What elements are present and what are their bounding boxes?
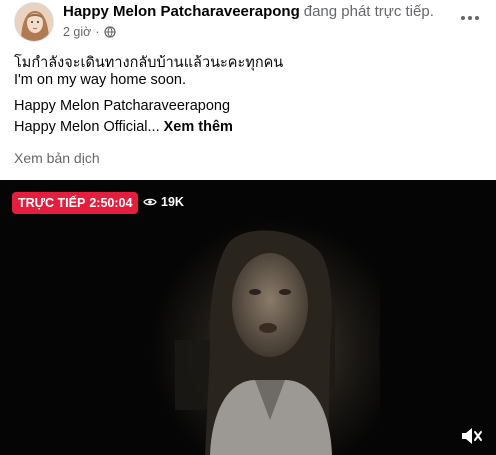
live-video-player[interactable]: TRỰC TIẾP 2:50:04 19K xyxy=(0,180,496,455)
globe-icon[interactable] xyxy=(103,26,116,38)
author-name[interactable]: Happy Melon Patcharaveerapong xyxy=(63,3,300,20)
post-text-line-name: Happy Melon Patcharaveerapong xyxy=(14,98,231,114)
live-badge: TRỰC TIẾP 2:50:04 xyxy=(12,192,139,214)
avatar-photo xyxy=(15,3,53,41)
live-duration: 2:50:04 xyxy=(89,196,133,210)
post-text-official: Happy Melon Official... xyxy=(14,119,160,135)
more-dots-icon xyxy=(461,16,479,20)
live-label: TRỰC TIẾP xyxy=(18,196,86,210)
viewer-count: 19K xyxy=(143,195,184,209)
see-more-link[interactable]: Xem thêm xyxy=(164,119,233,135)
author-line: Happy Melon Patcharaveerapong đang phát t… xyxy=(63,3,434,20)
avatar[interactable] xyxy=(14,2,54,42)
more-options-button[interactable] xyxy=(458,6,482,30)
viewer-count-value: 19K xyxy=(161,195,184,209)
post-text-line-thai: โมกำลังจะเดินทางกลับบ้านแล้วนะคะทุกคน xyxy=(14,55,284,71)
post-meta: 2 giờ · xyxy=(63,25,116,39)
post-time[interactable]: 2 giờ xyxy=(63,25,91,39)
eye-icon xyxy=(143,198,157,206)
video-frame xyxy=(150,220,380,455)
post-text-line-official: Happy Melon Official... Xem thêm xyxy=(14,119,233,135)
speaker-muted-icon xyxy=(462,428,482,444)
see-translation-link[interactable]: Xem bản dịch xyxy=(14,150,100,166)
mute-button[interactable] xyxy=(460,425,484,447)
post-header: Happy Melon Patcharaveerapong đang phát t… xyxy=(0,0,496,48)
post-text-line-english: I'm on my way home soon. xyxy=(14,72,187,88)
live-action-text: đang phát trực tiếp. xyxy=(303,3,434,20)
